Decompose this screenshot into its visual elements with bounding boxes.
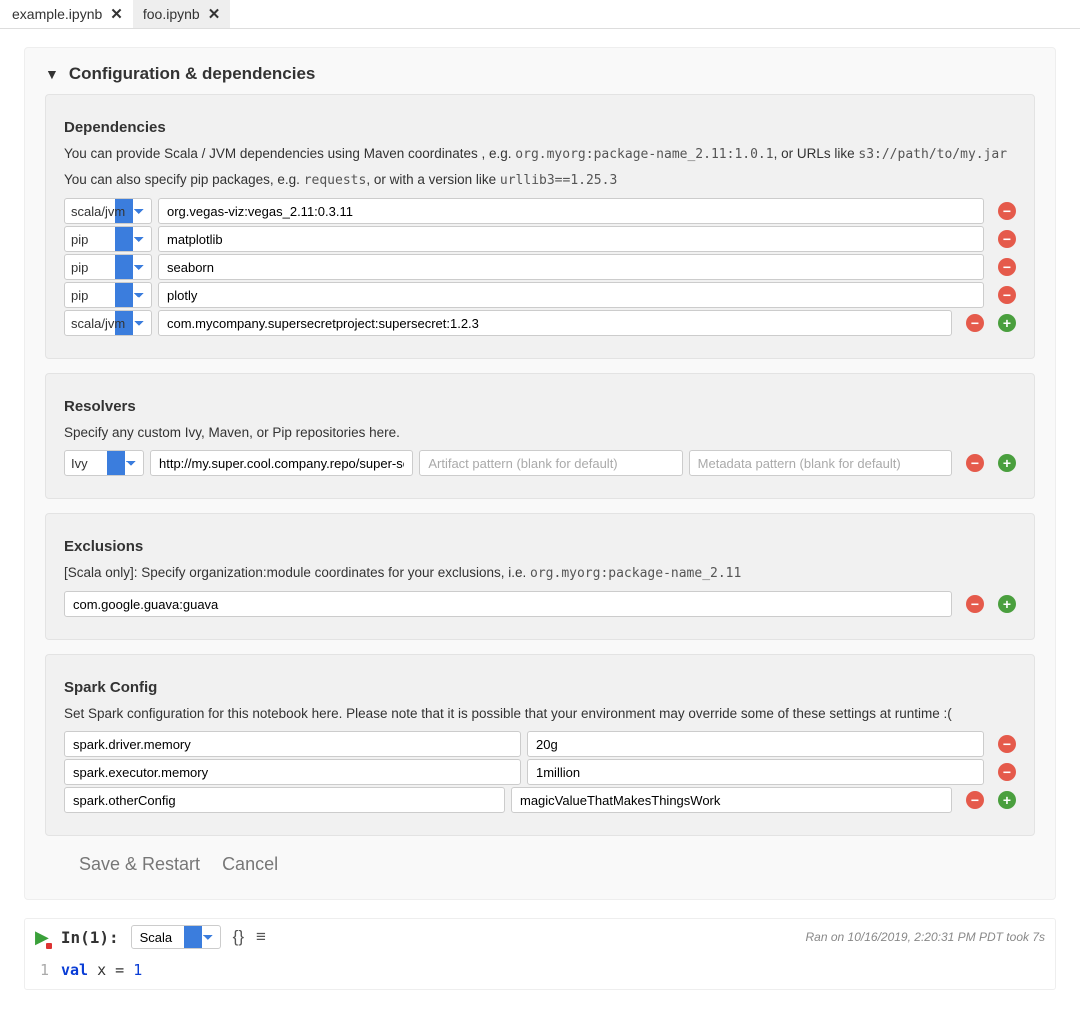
config-title: Configuration & dependencies xyxy=(69,64,316,84)
tab-label: foo.ipynb xyxy=(143,6,200,22)
dependency-value-input[interactable] xyxy=(158,254,984,280)
tab-foo[interactable]: foo.ipynb ✕ xyxy=(133,0,230,28)
resolver-artifact-pattern-input[interactable] xyxy=(419,450,682,476)
dependency-row: pip − xyxy=(64,226,1016,252)
remove-icon[interactable]: − xyxy=(998,735,1016,753)
dependency-row: scala/jvm − xyxy=(64,198,1016,224)
add-icon[interactable]: + xyxy=(998,454,1016,472)
run-icon[interactable]: ▶ xyxy=(35,927,49,948)
exclusions-title: Exclusions xyxy=(64,538,1016,555)
dependency-value-input[interactable] xyxy=(158,310,952,336)
braces-icon[interactable]: {} xyxy=(233,927,244,947)
menu-icon[interactable]: ≡ xyxy=(256,927,266,947)
tab-example[interactable]: example.ipynb ✕ xyxy=(2,0,133,28)
cell-language-select[interactable]: Scala xyxy=(131,925,221,949)
resolver-row: Ivy − + xyxy=(64,450,1016,476)
remove-icon[interactable]: − xyxy=(998,202,1016,220)
triangle-down-icon: ▼ xyxy=(45,66,59,82)
config-action-row: Save & Restart Cancel xyxy=(77,850,1035,879)
remove-icon[interactable]: − xyxy=(966,314,984,332)
remove-icon[interactable]: − xyxy=(998,763,1016,781)
dependency-type-select[interactable]: pip xyxy=(64,254,152,280)
spark-row: − xyxy=(64,731,1016,757)
dependency-value-input[interactable] xyxy=(158,198,984,224)
dependency-value-input[interactable] xyxy=(158,226,984,252)
dependency-type-select[interactable]: pip xyxy=(64,282,152,308)
resolvers-title: Resolvers xyxy=(64,398,1016,415)
spark-value-input[interactable] xyxy=(527,731,984,757)
config-panel: ▼ Configuration & dependencies Dependenc… xyxy=(24,47,1056,900)
dependencies-title: Dependencies xyxy=(64,119,1016,136)
remove-icon[interactable]: − xyxy=(998,286,1016,304)
tab-bar: example.ipynb ✕ foo.ipynb ✕ xyxy=(0,0,1080,29)
resolver-url-input[interactable] xyxy=(150,450,413,476)
dependency-row: scala/jvm − + xyxy=(64,310,1016,336)
cell-status: Ran on 10/16/2019, 2:20:31 PM PDT took 7… xyxy=(806,930,1045,944)
exclusion-row: − + xyxy=(64,591,1016,617)
dependency-type-select[interactable]: scala/jvm xyxy=(64,310,152,336)
code-content: val x = 1 xyxy=(61,961,142,979)
cell-in-label: In(1): xyxy=(61,928,119,947)
remove-icon[interactable]: − xyxy=(966,595,984,613)
exclusions-desc: [Scala only]: Specify organization:modul… xyxy=(64,565,1016,581)
remove-icon[interactable]: − xyxy=(966,454,984,472)
cell-toolbar: ▶ In(1): Scala {} ≡ Ran on 10/16/2019, 2… xyxy=(25,919,1055,955)
add-icon[interactable]: + xyxy=(998,595,1016,613)
dependency-row: pip − xyxy=(64,254,1016,280)
spark-config-title: Spark Config xyxy=(64,679,1016,696)
code-cell: ▶ In(1): Scala {} ≡ Ran on 10/16/2019, 2… xyxy=(24,918,1056,990)
cancel-button[interactable]: Cancel xyxy=(220,850,280,879)
dependencies-panel: Dependencies You can provide Scala / JVM… xyxy=(45,94,1035,359)
resolvers-desc: Specify any custom Ivy, Maven, or Pip re… xyxy=(64,425,1016,440)
exclusions-panel: Exclusions [Scala only]: Specify organiz… xyxy=(45,513,1035,640)
spark-value-input[interactable] xyxy=(511,787,952,813)
spark-key-input[interactable] xyxy=(64,759,521,785)
spark-value-input[interactable] xyxy=(527,759,984,785)
spark-config-desc: Set Spark configuration for this noteboo… xyxy=(64,706,1016,721)
spark-row: − + xyxy=(64,787,1016,813)
exclusion-input[interactable] xyxy=(64,591,952,617)
close-icon[interactable]: ✕ xyxy=(208,7,221,22)
resolver-type-select[interactable]: Ivy xyxy=(64,450,144,476)
spark-row: − xyxy=(64,759,1016,785)
tab-label: example.ipynb xyxy=(12,6,102,22)
resolvers-panel: Resolvers Specify any custom Ivy, Maven,… xyxy=(45,373,1035,499)
dependency-row: pip − xyxy=(64,282,1016,308)
add-icon[interactable]: + xyxy=(998,791,1016,809)
save-restart-button[interactable]: Save & Restart xyxy=(77,850,202,879)
spark-key-input[interactable] xyxy=(64,731,521,757)
remove-icon[interactable]: − xyxy=(998,258,1016,276)
remove-icon[interactable]: − xyxy=(966,791,984,809)
dependencies-desc-1: You can provide Scala / JVM dependencies… xyxy=(64,146,1016,162)
dependency-type-select[interactable]: scala/jvm xyxy=(64,198,152,224)
config-header[interactable]: ▼ Configuration & dependencies xyxy=(45,60,1035,94)
dependency-type-select[interactable]: pip xyxy=(64,226,152,252)
resolver-metadata-pattern-input[interactable] xyxy=(689,450,952,476)
dependency-value-input[interactable] xyxy=(158,282,984,308)
spark-key-input[interactable] xyxy=(64,787,505,813)
line-number: 1 xyxy=(35,961,49,979)
add-icon[interactable]: + xyxy=(998,314,1016,332)
close-icon[interactable]: ✕ xyxy=(110,7,123,22)
spark-config-panel: Spark Config Set Spark configuration for… xyxy=(45,654,1035,836)
dependencies-desc-2: You can also specify pip packages, e.g. … xyxy=(64,172,1016,188)
remove-icon[interactable]: − xyxy=(998,230,1016,248)
code-editor[interactable]: 1 val x = 1 xyxy=(25,955,1055,989)
